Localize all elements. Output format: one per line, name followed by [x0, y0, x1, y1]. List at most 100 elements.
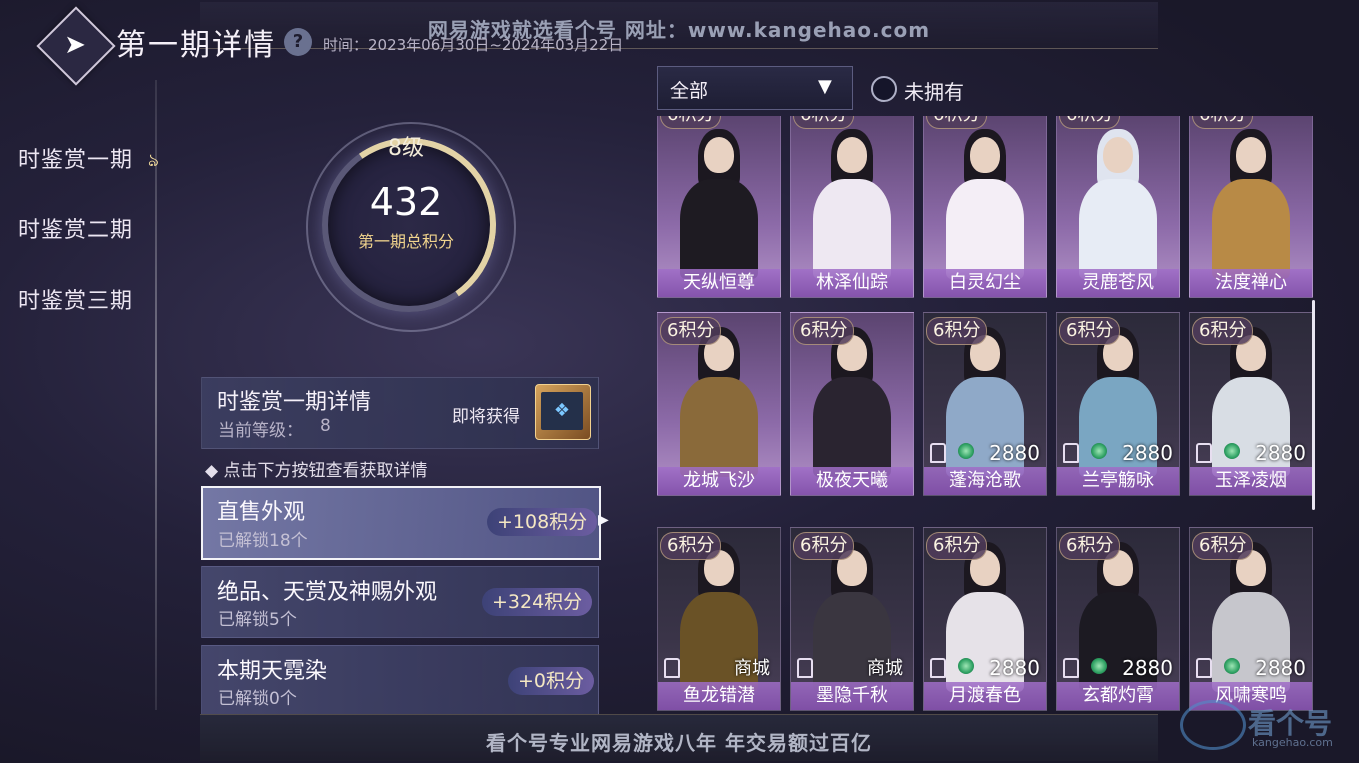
outfit-card[interactable]: 6积分 2880 兰亭觞咏 [1056, 312, 1180, 496]
category-unlocked: 已解锁5个 [218, 610, 297, 630]
card-points: 6积分 [660, 532, 722, 560]
outfit-card[interactable]: 6积分 2880 玉泽凌烟 [1189, 312, 1313, 496]
card-points: 6积分 [1192, 532, 1254, 560]
card-points: 6积分 [926, 317, 988, 345]
card-name: 白灵幻尘 [924, 269, 1046, 297]
lock-icon [664, 658, 680, 678]
page-title: 第一期详情 [116, 28, 276, 63]
reward-frame-icon[interactable]: ❖ [541, 392, 583, 430]
outfit-card[interactable]: 6积分 白灵幻尘 [923, 116, 1047, 298]
category-title: 直售外观 [217, 500, 306, 525]
watermark-url: kangehao.com [1252, 736, 1333, 749]
lock-icon [930, 658, 946, 678]
card-points: 6积分 [926, 116, 988, 129]
card-points: 6积分 [660, 116, 722, 129]
outfit-card[interactable]: 6积分 商城 墨隐千秋 [790, 527, 914, 711]
nav-item-period-3[interactable]: 时鉴赏三期 [18, 283, 133, 315]
card-points: 6积分 [926, 532, 988, 560]
hint-text: ◆ 点击下方按钮查看获取详情 [205, 461, 428, 481]
nav-item-period-2[interactable]: 时鉴赏二期 [18, 212, 133, 244]
card-name: 墨隐千秋 [791, 682, 913, 710]
card-name: 鱼龙错潜 [658, 682, 780, 710]
outfit-card[interactable]: 6积分 林泽仙踪 [790, 116, 914, 298]
lock-icon [1063, 443, 1079, 463]
outfit-card[interactable]: 6积分 2880 风啸寒鸣 [1189, 527, 1313, 711]
lock-icon [797, 658, 813, 678]
jade-currency-icon [958, 443, 974, 459]
upcoming-reward-label: 即将获得 [452, 407, 520, 427]
category-title: 本期天霓染 [217, 659, 328, 684]
lock-icon [1196, 658, 1212, 678]
outfit-card[interactable]: 6积分 天纵恒尊 [657, 116, 781, 298]
card-points: 6积分 [793, 116, 855, 129]
total-score: 432 [369, 180, 443, 224]
outfit-card[interactable]: 6积分 2880 蓬海沧歌 [923, 312, 1047, 496]
card-points: 6积分 [1192, 317, 1254, 345]
category-points-badge: +108积分 [487, 508, 598, 536]
not-owned-radio[interactable] [871, 76, 897, 102]
outfit-card[interactable]: 6积分 灵鹿苍风 [1056, 116, 1180, 298]
card-points: 6积分 [660, 317, 722, 345]
bottom-banner-text: 看个号专业网易游戏八年 年交易额过百亿 [486, 731, 872, 755]
card-price: 2880 [989, 656, 1040, 680]
outfit-card[interactable]: 6积分 法度禅心 [1189, 116, 1313, 298]
card-points: 6积分 [1192, 116, 1254, 129]
card-points: 6积分 [793, 532, 855, 560]
watermark-eye-logo-icon [1180, 700, 1246, 750]
jade-currency-icon [958, 658, 974, 674]
period-time: 时间：2023年06月30日~2024年03月22日 [323, 36, 624, 54]
card-name: 龙城飞沙 [658, 467, 780, 495]
outfit-card[interactable]: 6积分 龙城飞沙 [657, 312, 781, 496]
help-icon[interactable]: ? [284, 28, 312, 56]
card-shop-label: 商城 [734, 658, 770, 679]
category-points-badge: +324积分 [482, 588, 593, 616]
card-name: 玉泽凌烟 [1190, 467, 1312, 495]
level-label: 8级 [388, 136, 424, 161]
lock-icon [930, 443, 946, 463]
dropdown-arrow-icon[interactable]: ▼ [818, 76, 832, 97]
card-price: 2880 [989, 441, 1040, 465]
card-points: 6积分 [1059, 116, 1121, 129]
jade-currency-icon [1224, 443, 1240, 459]
nav-item-period-1[interactable]: 时鉴赏一期 [18, 142, 133, 174]
category-points-badge: +0积分 [508, 667, 595, 695]
card-price: 2880 [1122, 656, 1173, 680]
filter-selected[interactable]: 全部 [670, 76, 708, 103]
current-level-value: 8 [320, 416, 331, 436]
outfit-card[interactable]: 6积分 2880 玄都灼霄 [1056, 527, 1180, 711]
category-unlocked: 已解锁18个 [218, 531, 308, 551]
card-points: 6积分 [793, 317, 855, 345]
back-arrow-icon[interactable]: ➤ [58, 28, 92, 62]
active-marker-icon: ঌ [148, 150, 159, 171]
card-points: 6积分 [1059, 317, 1121, 345]
card-name: 灵鹿苍风 [1057, 269, 1179, 297]
detail-title: 时鉴赏一期详情 [217, 390, 372, 415]
category-unlocked: 已解锁0个 [218, 689, 297, 709]
card-name: 法度禅心 [1190, 269, 1312, 297]
selected-arrow-icon: ▶ [598, 512, 609, 528]
outfit-card[interactable]: 6积分 2880 月渡春色 [923, 527, 1047, 711]
card-price: 2880 [1255, 656, 1306, 680]
outfit-card[interactable]: 6积分 商城 鱼龙错潜 [657, 527, 781, 711]
total-score-label: 第一期总积分 [357, 232, 454, 251]
card-name: 极夜天曦 [791, 467, 913, 495]
card-name: 天纵恒尊 [658, 269, 780, 297]
outfit-card[interactable]: 6积分 极夜天曦 [790, 312, 914, 496]
card-name: 兰亭觞咏 [1057, 467, 1179, 495]
bottom-watermark-banner: 看个号专业网易游戏八年 年交易额过百亿 [200, 714, 1158, 761]
jade-currency-icon [1224, 658, 1240, 674]
card-name: 玄都灼霄 [1057, 682, 1179, 710]
jade-currency-icon [1091, 658, 1107, 674]
not-owned-label[interactable]: 未拥有 [904, 76, 964, 105]
card-name: 蓬海沧歌 [924, 467, 1046, 495]
current-level-label: 当前等级： [218, 421, 303, 441]
card-price: 2880 [1122, 441, 1173, 465]
card-name: 林泽仙踪 [791, 269, 913, 297]
card-points: 6积分 [1059, 532, 1121, 560]
card-name: 月渡春色 [924, 682, 1046, 710]
lock-icon [1063, 658, 1079, 678]
grid-scrollbar[interactable] [1312, 300, 1315, 510]
lock-icon [1196, 443, 1212, 463]
card-shop-label: 商城 [867, 658, 903, 679]
jade-currency-icon [1091, 443, 1107, 459]
